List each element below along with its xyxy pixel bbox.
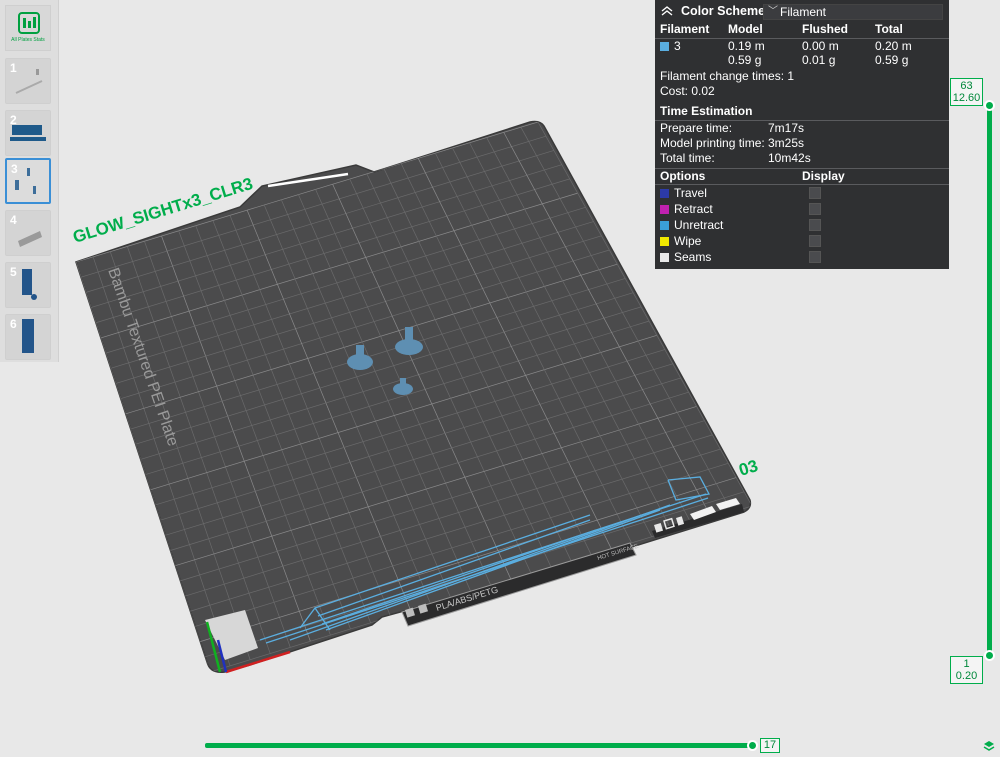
filament-table-header: Filament Model Flushed Total xyxy=(660,22,903,37)
plate-thumb-6[interactable]: 6 xyxy=(5,314,51,360)
model-length: 0.19 m xyxy=(728,39,765,53)
plate-thumb-number: 3 xyxy=(11,162,18,176)
flushed-length: 0.00 m xyxy=(802,39,839,53)
top-layer-height: 12.60 xyxy=(952,92,981,104)
model-weight: 0.59 g xyxy=(728,53,762,67)
wipe-swatch xyxy=(660,237,669,246)
layer-slider-track[interactable] xyxy=(987,105,992,657)
time-estimation-title: Time Estimation xyxy=(660,104,753,118)
cost-label: Cost: xyxy=(660,84,689,98)
filament-id: 3 xyxy=(674,39,681,53)
color-scheme-select[interactable]: ﹀ Filament xyxy=(763,4,943,20)
move-slider-handle[interactable] xyxy=(747,740,758,751)
filament-color-swatch xyxy=(660,42,669,51)
all-plates-stats-button[interactable]: All Plates Stats xyxy=(5,5,51,51)
move-slider-track[interactable] xyxy=(205,743,753,748)
all-plates-stats-label: All Plates Stats xyxy=(11,37,45,43)
total-time-label: Total time: xyxy=(660,151,715,165)
bottom-layer-number: 1 xyxy=(963,658,970,670)
display-label: Display xyxy=(802,169,845,183)
plate-thumb-number: 4 xyxy=(10,213,17,227)
col-filament: Filament xyxy=(660,22,710,36)
chevron-down-icon: ﹀ xyxy=(768,6,778,17)
option-travel: Travel xyxy=(660,186,821,201)
bottom-layer-height: 0.20 xyxy=(955,670,978,682)
total-length: 0.20 m xyxy=(875,39,912,53)
total-time-row: Total time: 10m42s xyxy=(660,151,811,166)
travel-display-checkbox[interactable] xyxy=(809,187,821,199)
plate-thumb-number: 2 xyxy=(10,113,17,127)
total-time-value: 10m42s xyxy=(768,151,811,165)
option-label: Retract xyxy=(674,202,713,216)
options-header: Options Display xyxy=(660,169,845,184)
options-label: Options xyxy=(660,169,706,183)
change-times-label: Filament change times: xyxy=(660,69,785,83)
retract-display-checkbox[interactable] xyxy=(809,203,821,215)
wipe-display-checkbox[interactable] xyxy=(809,235,821,247)
layer-slider-top-label: 63 12.60 xyxy=(950,78,983,106)
unretract-swatch xyxy=(660,221,669,230)
plate-thumb-2[interactable]: 2 xyxy=(5,110,51,156)
option-label: Unretract xyxy=(674,218,724,232)
col-total: Total xyxy=(875,22,903,36)
option-unretract: Unretract xyxy=(660,218,821,233)
option-label: Travel xyxy=(674,186,707,200)
unretract-display-checkbox[interactable] xyxy=(809,219,821,231)
filament-row: 3 0.19 m 0.00 m 0.20 m xyxy=(660,39,912,54)
plate-thumb-4[interactable]: 4 xyxy=(5,210,51,256)
plate-thumb-number: 1 xyxy=(10,61,17,75)
prepare-time-label: Prepare time: xyxy=(660,121,733,135)
total-weight: 0.59 g xyxy=(875,53,909,67)
flushed-weight: 0.01 g xyxy=(802,53,836,67)
plate-sidebar: All Plates Stats 1 2 3 4 5 6 xyxy=(0,0,59,362)
plate-number-label: 03 xyxy=(737,456,761,480)
plate-thumb-3[interactable]: 3 xyxy=(5,158,51,204)
travel-swatch xyxy=(660,189,669,198)
model-time-value: 3m25s xyxy=(768,136,805,150)
retract-swatch xyxy=(660,205,669,214)
collapse-icon[interactable] xyxy=(661,6,673,16)
option-retract: Retract xyxy=(660,202,821,217)
layer-slider-bottom-handle[interactable] xyxy=(984,650,995,661)
prepare-time-row: Prepare time: 7m17s xyxy=(660,121,804,136)
stats-icon xyxy=(18,12,40,34)
layer-slider-top-handle[interactable] xyxy=(984,100,995,111)
plate-thumb-1[interactable]: 1 xyxy=(5,58,51,104)
move-slider-value: 17 xyxy=(760,738,780,753)
layer-slider-bottom-label: 1 0.20 xyxy=(950,656,983,684)
col-flushed: Flushed xyxy=(802,22,849,36)
filament-change-times: Filament change times: 1 xyxy=(660,69,794,84)
slice-stats-panel: Color Scheme ﹀ Filament Filament Model F… xyxy=(655,0,949,269)
plate-thumb-number: 6 xyxy=(10,317,17,331)
color-scheme-value: Filament xyxy=(780,5,827,19)
plate-thumb-number: 5 xyxy=(10,265,17,279)
option-wipe: Wipe xyxy=(660,234,821,249)
seams-swatch xyxy=(660,253,669,262)
option-seams: Seams xyxy=(660,250,821,265)
change-times-value: 1 xyxy=(787,69,795,83)
col-model: Model xyxy=(728,22,763,36)
prepare-time-value: 7m17s xyxy=(768,121,805,135)
model-time-label: Model printing time: xyxy=(660,136,765,150)
option-label: Seams xyxy=(674,250,712,264)
option-label: Wipe xyxy=(674,234,702,248)
seams-display-checkbox[interactable] xyxy=(809,251,821,263)
cost-row: Cost: 0.02 xyxy=(660,84,715,99)
color-scheme-header: Color Scheme ﹀ Filament xyxy=(655,0,949,22)
layers-icon[interactable] xyxy=(983,740,995,752)
top-layer-number: 63 xyxy=(960,80,973,92)
plate-thumb-5[interactable]: 5 xyxy=(5,262,51,308)
cost-value: 0.02 xyxy=(691,84,715,98)
color-scheme-title: Color Scheme xyxy=(681,4,766,18)
model-time-row: Model printing time: 3m25s xyxy=(660,136,804,151)
